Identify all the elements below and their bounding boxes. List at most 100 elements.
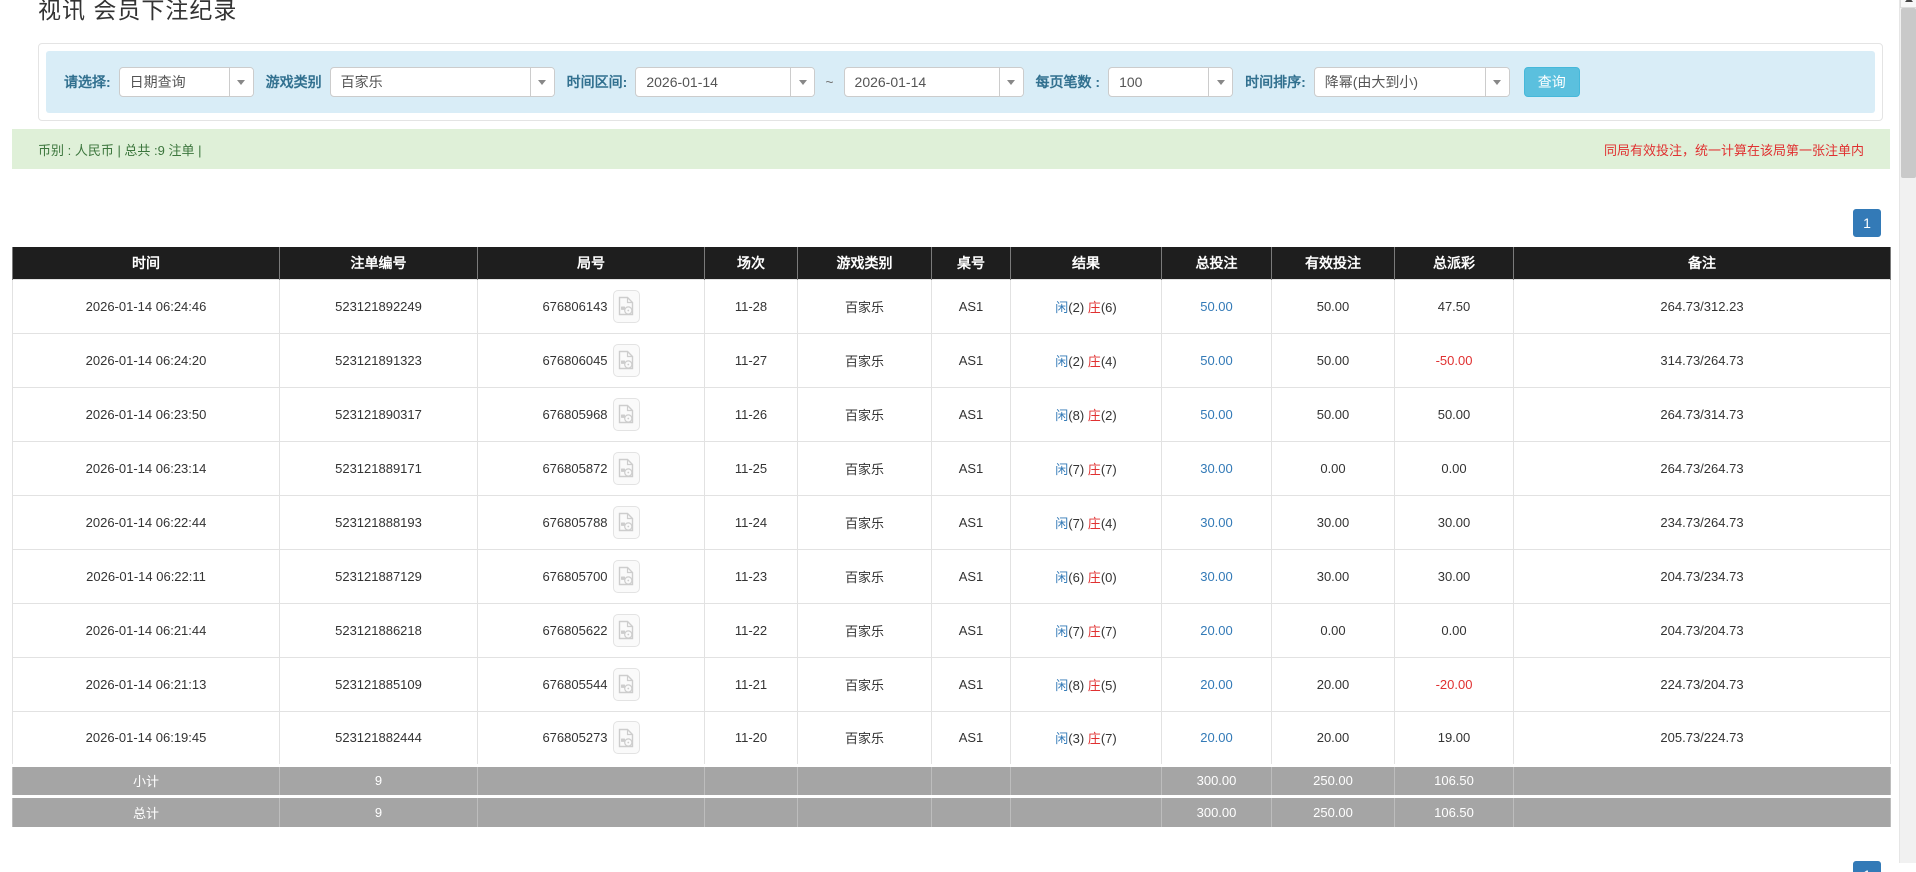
result-player-score: (2) — [1068, 299, 1088, 315]
scrollbar-thumb[interactable] — [1901, 8, 1916, 178]
cell-valid-bet: 50.00 — [1271, 332, 1395, 388]
cell-total-bet[interactable]: 20.00 — [1161, 656, 1272, 712]
cell-result: 闲(2) 庄(4) — [1010, 332, 1162, 388]
cell-payout: 0.00 — [1394, 440, 1514, 496]
cell-time: 2026-01-14 06:19:45 — [12, 710, 280, 766]
cell-total-bet[interactable]: 50.00 — [1161, 332, 1272, 388]
subtotal-label: 小计 — [12, 763, 280, 796]
game-type-label: 游戏类别 — [265, 74, 322, 90]
video-replay-icon[interactable] — [612, 289, 640, 323]
cell-time: 2026-01-14 06:24:20 — [12, 332, 280, 388]
result-player-label: 闲 — [1055, 299, 1069, 315]
date-from-value: 2026-01-14 — [646, 74, 718, 90]
result-player-label: 闲 — [1055, 515, 1069, 531]
col-header-time: 时间 — [12, 247, 280, 279]
total-count: 9 — [279, 794, 478, 827]
video-replay-icon[interactable] — [612, 397, 640, 431]
col-header-payout: 总派彩 — [1394, 247, 1514, 279]
chevron-down-icon[interactable] — [790, 68, 815, 96]
cell-bet-id: 523121890317 — [279, 386, 478, 442]
total-payout: 106.50 — [1394, 794, 1514, 827]
page-size-select[interactable]: 100 — [1108, 67, 1234, 97]
cell-total-bet[interactable]: 30.00 — [1161, 494, 1272, 550]
video-replay-icon[interactable] — [612, 343, 640, 377]
vertical-scrollbar[interactable] — [1899, 0, 1916, 863]
table-row: 2026-01-14 06:23:14 523121889171 676805872… — [12, 440, 1891, 496]
cell-bet-id: 523121888193 — [279, 494, 478, 550]
cell-total-bet[interactable]: 20.00 — [1161, 602, 1272, 658]
video-replay-icon[interactable] — [612, 667, 640, 701]
filter-bar: 请选择: 日期查询 游戏类别 百家乐 时间区间: 2026-01-14 ~ 20… — [46, 51, 1875, 113]
cell-round-id: 676806143 — [477, 278, 705, 334]
col-header-session: 场次 — [704, 247, 798, 279]
result-banker-score: (4) — [1100, 353, 1117, 369]
cell-total-bet[interactable]: 30.00 — [1161, 548, 1272, 604]
table-row: 2026-01-14 06:24:20 523121891323 676806045… — [12, 332, 1891, 388]
game-type-select[interactable]: 百家乐 — [329, 67, 555, 97]
result-player-score: (3) — [1068, 731, 1088, 746]
cell-table-no: AS1 — [931, 386, 1011, 442]
video-replay-icon[interactable] — [612, 721, 640, 754]
query-type-select[interactable]: 日期查询 — [118, 67, 254, 97]
result-banker-label: 庄 — [1087, 299, 1101, 315]
video-replay-icon[interactable] — [612, 505, 640, 539]
chevron-down-icon[interactable] — [1208, 68, 1233, 96]
cell-valid-bet: 30.00 — [1271, 494, 1395, 550]
total-label: 总计 — [12, 794, 280, 827]
scroll-up-arrow-icon[interactable] — [1900, 0, 1916, 8]
result-banker-label: 庄 — [1087, 407, 1101, 423]
chevron-down-icon[interactable] — [1484, 68, 1509, 96]
video-replay-icon[interactable] — [612, 559, 640, 593]
sort-select[interactable]: 降幂(由大到小) — [1313, 67, 1510, 97]
cell-bet-id: 523121889171 — [279, 440, 478, 496]
table-footer: 小计 9 300.00 250.00 106.50 总计 9 300.00 25… — [12, 763, 1891, 827]
chevron-down-icon[interactable] — [228, 68, 253, 96]
subtotal-row: 小计 9 300.00 250.00 106.50 — [12, 763, 1891, 796]
subtotal-valid-bet: 250.00 — [1271, 763, 1395, 796]
cell-total-bet[interactable]: 50.00 — [1161, 386, 1272, 442]
cell-round-id: 676806045 — [477, 332, 705, 388]
cell-remark: 204.73/204.73 — [1513, 602, 1891, 658]
result-banker-label: 庄 — [1087, 623, 1101, 639]
page-1-button[interactable]: 1 — [1853, 209, 1881, 237]
chevron-down-icon[interactable] — [998, 68, 1023, 96]
cell-valid-bet: 0.00 — [1271, 602, 1395, 658]
cell-total-bet[interactable]: 50.00 — [1161, 278, 1272, 334]
subtotal-total-bet: 300.00 — [1161, 763, 1272, 796]
total-row: 总计 9 300.00 250.00 106.50 — [12, 794, 1891, 827]
cell-session: 11-27 — [704, 332, 798, 388]
cell-remark: 314.73/264.73 — [1513, 332, 1891, 388]
summary-notice: 同局有效投注，统一计算在该局第一张注单内 — [1603, 142, 1864, 158]
result-banker-label: 庄 — [1087, 461, 1101, 477]
col-header-table-no: 桌号 — [931, 247, 1011, 279]
chevron-down-icon[interactable] — [529, 68, 554, 96]
summary-bar: 币别 : 人民币 | 总共 :9 注单 | 同局有效投注，统一计算在该局第一张注… — [12, 129, 1890, 169]
cell-bet-id: 523121891323 — [279, 332, 478, 388]
cell-game-type: 百家乐 — [797, 278, 932, 334]
result-banker-score: (5) — [1100, 677, 1117, 693]
main-content: 视讯 会员下注纪录 请选择: 日期查询 游戏类别 百家乐 时间区间: 2026-… — [0, 0, 1899, 872]
video-replay-icon[interactable] — [612, 451, 640, 485]
cell-payout: 0.00 — [1394, 602, 1514, 658]
cell-bet-id: 523121887129 — [279, 548, 478, 604]
cell-round-id: 676805544 — [477, 656, 705, 712]
cell-game-type: 百家乐 — [797, 440, 932, 496]
game-type-value: 百家乐 — [340, 74, 383, 90]
date-from-select[interactable]: 2026-01-14 — [635, 67, 816, 97]
video-replay-icon[interactable] — [612, 613, 640, 647]
page-1-button[interactable]: 1 — [1853, 861, 1881, 872]
round-id-text: 676805544 — [542, 676, 608, 692]
date-to-select[interactable]: 2026-01-14 — [843, 67, 1024, 97]
cell-total-bet[interactable]: 30.00 — [1161, 440, 1272, 496]
cell-time: 2026-01-14 06:22:44 — [12, 494, 280, 550]
table-row: 2026-01-14 06:22:11 523121887129 676805700… — [12, 548, 1891, 604]
result-player-label: 闲 — [1055, 407, 1069, 423]
cell-total-bet[interactable]: 20.00 — [1161, 710, 1272, 766]
cell-valid-bet: 30.00 — [1271, 548, 1395, 604]
search-button[interactable]: 查询 — [1523, 67, 1580, 97]
cell-round-id: 676805273 — [477, 710, 705, 766]
result-player-label: 闲 — [1055, 461, 1069, 477]
cell-table-no: AS1 — [931, 548, 1011, 604]
col-header-valid-bet: 有效投注 — [1271, 247, 1395, 279]
round-id-text: 676805622 — [542, 622, 608, 638]
